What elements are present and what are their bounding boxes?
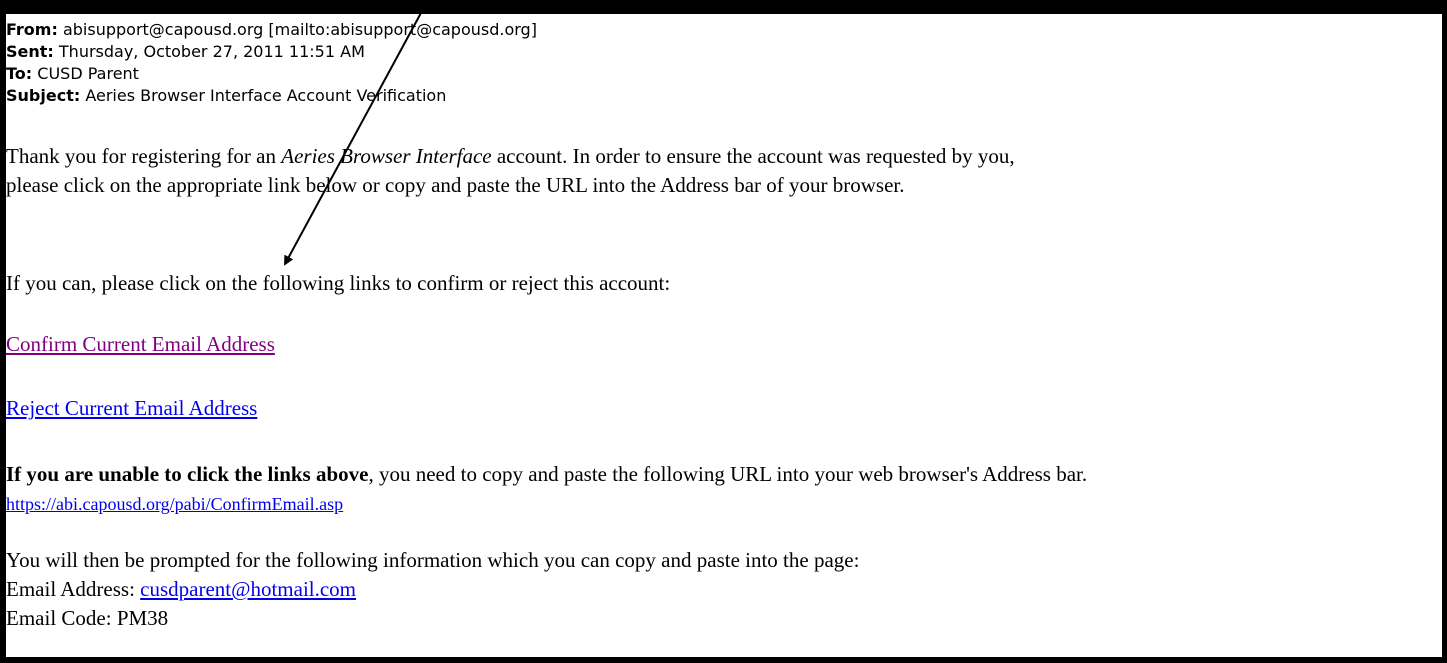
reject-link-line: Reject Current Email Address — [6, 395, 257, 422]
intro-text-pre: Thank you for registering for an — [6, 144, 282, 168]
email-code-line: Email Code: PM38 — [6, 605, 168, 632]
fallback-text: , you need to copy and paste the followi… — [368, 462, 1088, 486]
intro-text-post: account. In order to ensure the account … — [491, 144, 1015, 168]
to-line: To: CUSD Parent — [6, 63, 139, 85]
confirm-link-line: Confirm Current Email Address — [6, 331, 275, 358]
to-value: CUSD Parent — [37, 64, 139, 83]
subject-line: Subject: Aeries Browser Interface Accoun… — [6, 85, 446, 107]
intro-paragraph-line1: Thank you for registering for an Aeries … — [6, 143, 1015, 170]
subject-value: Aeries Browser Interface Account Verific… — [85, 86, 447, 105]
subject-label: Subject: — [6, 86, 81, 105]
sent-label: Sent: — [6, 42, 54, 61]
confirm-email-link[interactable]: Confirm Current Email Address — [6, 332, 275, 356]
from-line: From: abisupport@capousd.org [mailto:abi… — [6, 19, 537, 41]
fallback-bold-text: If you are unable to click the links abo… — [6, 462, 369, 486]
email-code-value: PM38 — [116, 606, 169, 630]
sent-value: Thursday, October 27, 2011 11:51 AM — [58, 42, 365, 61]
email-address-label: Email Address: — [6, 577, 141, 601]
sent-line: Sent: Thursday, October 27, 2011 11:51 A… — [6, 41, 365, 63]
instruction-paragraph: If you can, please click on the followin… — [6, 271, 671, 295]
prompt-paragraph: You will then be prompted for the follow… — [6, 548, 860, 572]
fallback-paragraph: If you are unable to click the links abo… — [6, 461, 1087, 488]
email-code-label: Email Code: — [6, 606, 117, 630]
from-value: abisupport@capousd.org [mailto:abisuppor… — [62, 20, 537, 39]
intro-paragraph-line2: please click on the appropriate link bel… — [6, 173, 905, 197]
email-address-line: Email Address: cusdparent@hotmail.com — [6, 576, 356, 603]
product-name: Aeries Browser Interface — [281, 144, 492, 168]
url-line: https://abi.capousd.org/pabi/ConfirmEmai… — [6, 490, 343, 518]
confirm-url-link[interactable]: https://abi.capousd.org/pabi/ConfirmEmai… — [6, 494, 343, 514]
to-label: To: — [6, 64, 33, 83]
from-label: From: — [6, 20, 58, 39]
email-address-link[interactable]: cusdparent@hotmail.com — [140, 577, 356, 601]
reject-email-link[interactable]: Reject Current Email Address — [6, 396, 257, 420]
